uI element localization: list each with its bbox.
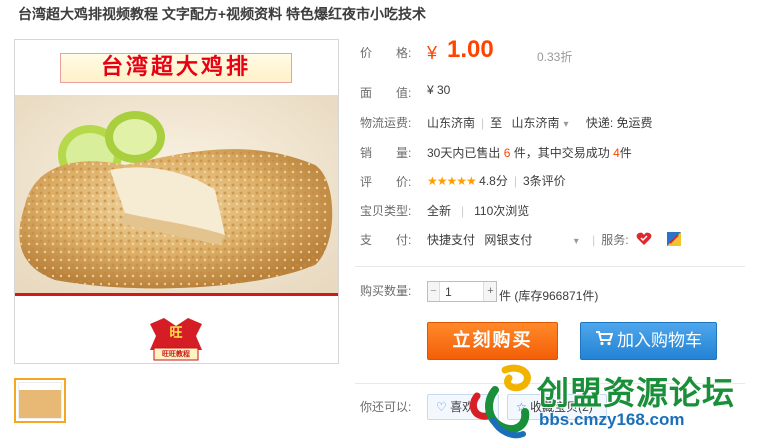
price-value: 1.00 xyxy=(447,36,494,63)
watermark-name: 创盟资源论坛 xyxy=(537,374,736,412)
buy-now-button[interactable]: 立刻购买 xyxy=(427,322,558,360)
cart-icon xyxy=(595,323,614,359)
service-shield-icon[interactable] xyxy=(667,232,682,249)
watermark-logo-icon xyxy=(469,364,531,439)
price-currency: ¥ xyxy=(427,43,438,63)
shipping-to-word: 至 xyxy=(490,116,503,130)
shipping-info: 山东济南 | 至 山东济南 ▾ 快递: 免运费 xyxy=(427,116,653,130)
main-product-image[interactable]: 台湾超大鸡排 旺 旺旺教程 xyxy=(14,39,339,364)
section-divider xyxy=(355,266,745,267)
payment-method-2: 网银支付 xyxy=(484,233,533,247)
heart-icon: ♡ xyxy=(436,400,447,414)
watermark-url: bbs.cmzy168.com xyxy=(539,410,685,429)
face-value-label: 面 值: xyxy=(360,86,412,100)
rating-label: 评 价: xyxy=(360,175,412,189)
quantity-plus-button[interactable]: + xyxy=(485,282,496,301)
price-label: 价 格: xyxy=(360,46,412,60)
payment-info: 快捷支付 网银支付 ▾ | 服务: xyxy=(427,231,682,249)
rating-score: 4.8分 xyxy=(479,174,508,188)
chicken-photo xyxy=(15,95,338,295)
seal-top-text: 旺 xyxy=(169,325,183,340)
discount-text: 0.33折 xyxy=(537,50,573,64)
shipping-label: 物流运费: xyxy=(360,116,412,130)
item-condition: 全新 xyxy=(427,204,452,218)
sales-unit: 件，其中交易成功 xyxy=(513,146,610,160)
quantity-label: 购买数量: xyxy=(360,284,412,298)
seal-bottom-text: 旺旺教程 xyxy=(162,351,190,358)
item-type-info: 全新 | 110次浏览 xyxy=(427,204,530,218)
payment-chevron-icon[interactable]: ▾ xyxy=(574,236,579,247)
sales-label: 销 量: xyxy=(360,146,412,160)
chevron-down-icon: ▾ xyxy=(563,119,569,130)
sales-success-count: 4 xyxy=(613,146,620,160)
shipping-from: 山东济南 xyxy=(427,116,476,130)
face-value: ¥ 30 xyxy=(427,83,451,97)
product-title: 台湾超大鸡排视频教程 文字配方+视频资料 特色爆红夜市小吃技术 xyxy=(18,6,426,22)
shop-seal-logo: 旺 旺旺教程 xyxy=(144,314,208,362)
reviews-link[interactable]: 3条评价 xyxy=(523,174,566,188)
add-to-cart-button[interactable]: 加入购物车 xyxy=(580,322,717,360)
payment-method-1: 快捷支付 xyxy=(427,233,476,247)
thumbnail-image[interactable] xyxy=(14,378,66,423)
item-type-label: 宝贝类型: xyxy=(360,204,412,218)
quantity-minus-button[interactable]: − xyxy=(428,282,439,301)
sales-prefix: 30天内已售出 xyxy=(427,146,501,160)
image-banner-text: 台湾超大鸡排 xyxy=(60,53,292,83)
add-to-cart-label: 加入购物车 xyxy=(617,331,702,351)
sales-info: 30天内已售出 6 件，其中交易成功 4件 xyxy=(427,144,632,161)
service-label: 服务: xyxy=(601,233,629,247)
payment-label: 支 付: xyxy=(360,233,412,247)
quantity-stepper[interactable]: − + xyxy=(427,281,497,302)
rating-stars-icon: ★★★★★ xyxy=(427,174,477,188)
quantity-input[interactable] xyxy=(439,282,484,301)
stock-text: 件 (库存966871件) xyxy=(499,289,599,303)
service-heart-icon[interactable] xyxy=(636,232,652,249)
sales-suffix: 件 xyxy=(619,146,632,160)
rating-info: ★★★★★ 4.8分 | 3条评价 xyxy=(427,174,566,188)
site-watermark: 创盟资源论坛 bbs.cmzy168.com xyxy=(465,362,755,442)
sales-count: 6 xyxy=(503,146,511,160)
view-count: 110次浏览 xyxy=(474,204,530,218)
express-fee: 快递: 免运费 xyxy=(585,116,653,130)
shipping-to-select[interactable]: 山东济南 ▾ xyxy=(512,116,569,130)
shipping-to: 山东济南 xyxy=(511,116,560,130)
extra-actions-label: 你还可以: xyxy=(360,400,412,414)
